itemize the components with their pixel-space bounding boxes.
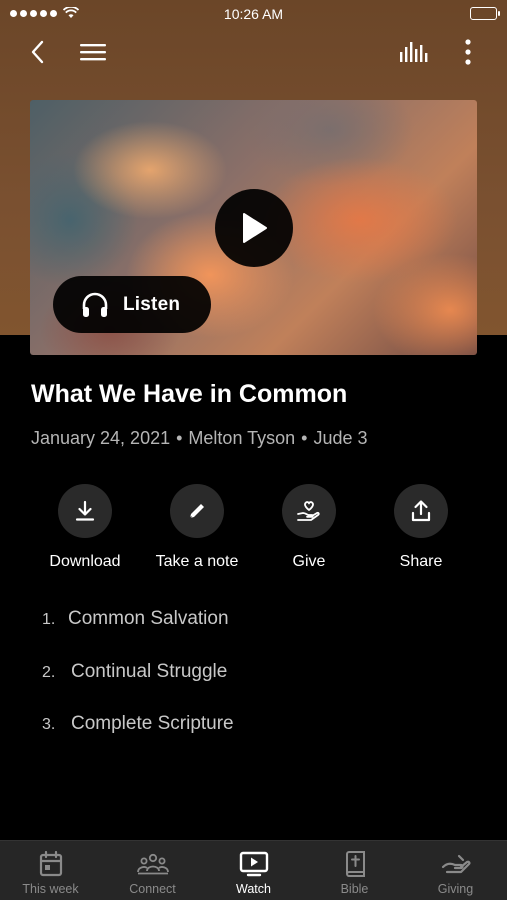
give-hand-heart-icon xyxy=(297,501,320,521)
play-icon xyxy=(243,213,267,243)
download-button[interactable]: Download xyxy=(25,484,145,571)
listen-button[interactable]: Listen xyxy=(53,276,211,333)
outline-number: 1. xyxy=(42,611,56,628)
headphones-icon xyxy=(82,292,108,317)
download-circle xyxy=(58,484,112,538)
sermon-date: January 24, 2021 xyxy=(31,428,171,448)
tab-this-week[interactable]: This week xyxy=(0,841,101,900)
tab-bar: This week Connect Watch Bible Giving xyxy=(0,840,507,900)
giving-hand-icon xyxy=(441,854,470,874)
audio-button[interactable] xyxy=(397,36,429,68)
give-circle xyxy=(282,484,336,538)
tab-connect[interactable]: Connect xyxy=(102,841,203,900)
take-note-label: Take a note xyxy=(155,553,239,570)
listen-label: Listen xyxy=(123,293,181,315)
tab-label: Connect xyxy=(129,882,176,896)
meta-separator: • xyxy=(176,428,183,448)
outline-text: Common Salvation xyxy=(68,608,229,629)
pencil-icon xyxy=(189,504,204,519)
sermon-passage[interactable]: Jude 3 xyxy=(313,428,367,449)
battery-icon xyxy=(470,7,500,20)
give-label: Give xyxy=(292,553,326,570)
tab-watch[interactable]: Watch xyxy=(203,841,304,900)
back-icon xyxy=(31,40,44,64)
sermon-meta: January 24, 2021 • Melton Tyson • Jude 3 xyxy=(31,428,368,449)
more-button[interactable] xyxy=(452,36,484,68)
menu-button[interactable] xyxy=(77,36,109,68)
more-vertical-icon xyxy=(465,39,471,65)
download-label: Download xyxy=(49,553,121,570)
audio-bars-icon xyxy=(400,42,428,62)
bible-icon xyxy=(345,851,365,877)
back-button[interactable] xyxy=(22,36,54,68)
tab-bible[interactable]: Bible xyxy=(304,841,405,900)
tv-play-icon xyxy=(239,851,268,877)
download-icon xyxy=(75,500,95,521)
meta-separator: • xyxy=(301,428,308,448)
action-row: Download Take a note Give Share xyxy=(0,484,507,584)
tab-label: Giving xyxy=(437,882,474,896)
share-label: Share xyxy=(399,553,443,570)
tab-label: This week xyxy=(22,882,79,896)
share-button[interactable]: Share xyxy=(361,484,481,571)
note-circle xyxy=(170,484,224,538)
video-thumbnail[interactable]: Listen xyxy=(30,100,477,355)
tab-label: Bible xyxy=(340,882,369,896)
take-note-button[interactable]: Take a note xyxy=(137,484,257,571)
tab-giving[interactable]: Giving xyxy=(405,841,506,900)
outline-text: Continual Struggle xyxy=(71,661,228,682)
outline-text: Complete Scripture xyxy=(71,713,234,734)
give-button[interactable]: Give xyxy=(249,484,369,571)
outline-number: 3. xyxy=(42,716,56,733)
status-bar: 10:26 AM xyxy=(0,0,507,28)
share-circle xyxy=(394,484,448,538)
outline-item[interactable]: 3. Complete Scripture xyxy=(42,713,234,735)
status-time: 10:26 AM xyxy=(223,6,284,22)
people-icon xyxy=(136,853,169,875)
sermon-speaker[interactable]: Melton Tyson xyxy=(188,428,295,449)
outline-item[interactable]: 1. Common Salvation xyxy=(42,608,229,630)
sermon-title: What We Have in Common xyxy=(31,380,348,408)
tab-label: Watch xyxy=(236,882,271,896)
menu-icon xyxy=(80,44,106,61)
nav-bar xyxy=(0,30,507,74)
share-icon xyxy=(411,500,431,522)
calendar-icon xyxy=(39,851,62,877)
outline-item[interactable]: 2. Continual Struggle xyxy=(42,661,227,683)
outline-number: 2. xyxy=(42,664,56,681)
play-button[interactable] xyxy=(215,189,293,267)
